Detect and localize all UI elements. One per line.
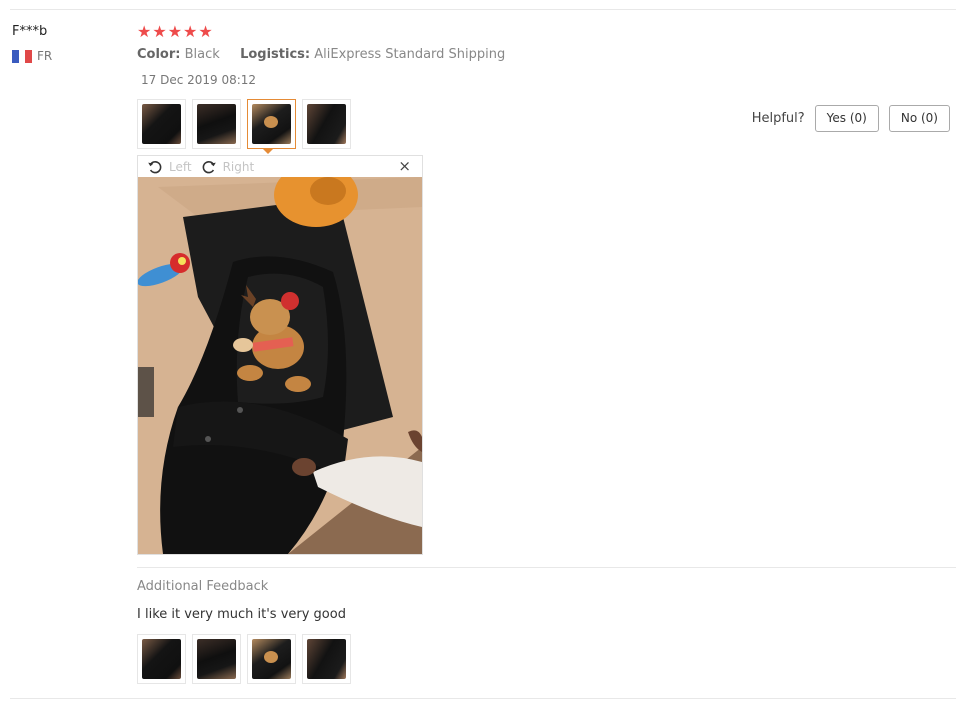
viewer-toolbar: Left Right × <box>138 156 422 177</box>
color-attr-value: Black <box>184 47 220 62</box>
photo-thumbnail[interactable] <box>302 99 351 149</box>
rotate-right-label: Right <box>222 159 255 174</box>
color-attr-key: Color: <box>137 47 181 62</box>
photo-thumbnail-active[interactable] <box>247 99 296 149</box>
no-vote-button[interactable]: No (0) <box>888 105 950 132</box>
review-photo-thumbnails <box>137 99 351 149</box>
yes-vote-button[interactable]: Yes (0) <box>814 105 879 132</box>
rotate-right-button[interactable]: Right <box>201 159 255 175</box>
review-date: 17 Dec 2019 08:12 <box>141 73 257 87</box>
active-thumbnail-pointer <box>262 148 274 154</box>
photo-thumbnail[interactable] <box>302 634 351 684</box>
additional-feedback-title: Additional Feedback <box>137 579 269 594</box>
additional-feedback-text: I like it very much it's very good <box>137 607 346 622</box>
close-icon[interactable]: × <box>398 158 411 174</box>
rotate-left-button[interactable]: Left <box>147 159 192 175</box>
logistics-attr-value: AliExpress Standard Shipping <box>314 47 506 62</box>
star-rating: ★ ★ ★ ★ ★ <box>137 23 213 41</box>
photo-viewer: Left Right × <box>137 155 423 555</box>
rotate-left-label: Left <box>169 159 192 174</box>
photo-thumbnail[interactable] <box>137 634 186 684</box>
helpful-label: Helpful? <box>751 111 805 126</box>
star-icon: ★ <box>137 22 152 41</box>
star-icon: ★ <box>152 22 167 41</box>
bottom-divider <box>10 698 956 699</box>
reviewer-country: FR <box>12 49 52 63</box>
logistics-attr-key: Logistics: <box>240 47 311 62</box>
photo-thumbnail[interactable] <box>192 99 241 149</box>
country-code: FR <box>37 49 53 63</box>
star-icon: ★ <box>167 22 183 41</box>
star-icon: ★ <box>198 22 213 41</box>
feedback-divider <box>137 567 956 568</box>
photo-thumbnail[interactable] <box>247 634 296 684</box>
additional-photo-thumbnails <box>137 634 351 684</box>
star-icon: ★ <box>183 22 198 41</box>
rotate-right-icon <box>202 160 216 173</box>
photo-thumbnail[interactable] <box>192 634 241 684</box>
product-attributes: Color: Black Logistics: AliExpress Stand… <box>137 47 505 62</box>
top-divider <box>10 9 956 10</box>
rotate-left-icon <box>148 160 162 173</box>
reviewer-name: F***b <box>12 24 48 39</box>
helpful-vote: Helpful? Yes (0) No (0) <box>752 105 950 132</box>
photo-thumbnail[interactable] <box>137 99 186 149</box>
france-flag-icon <box>12 49 33 63</box>
enlarged-review-photo <box>138 177 422 554</box>
